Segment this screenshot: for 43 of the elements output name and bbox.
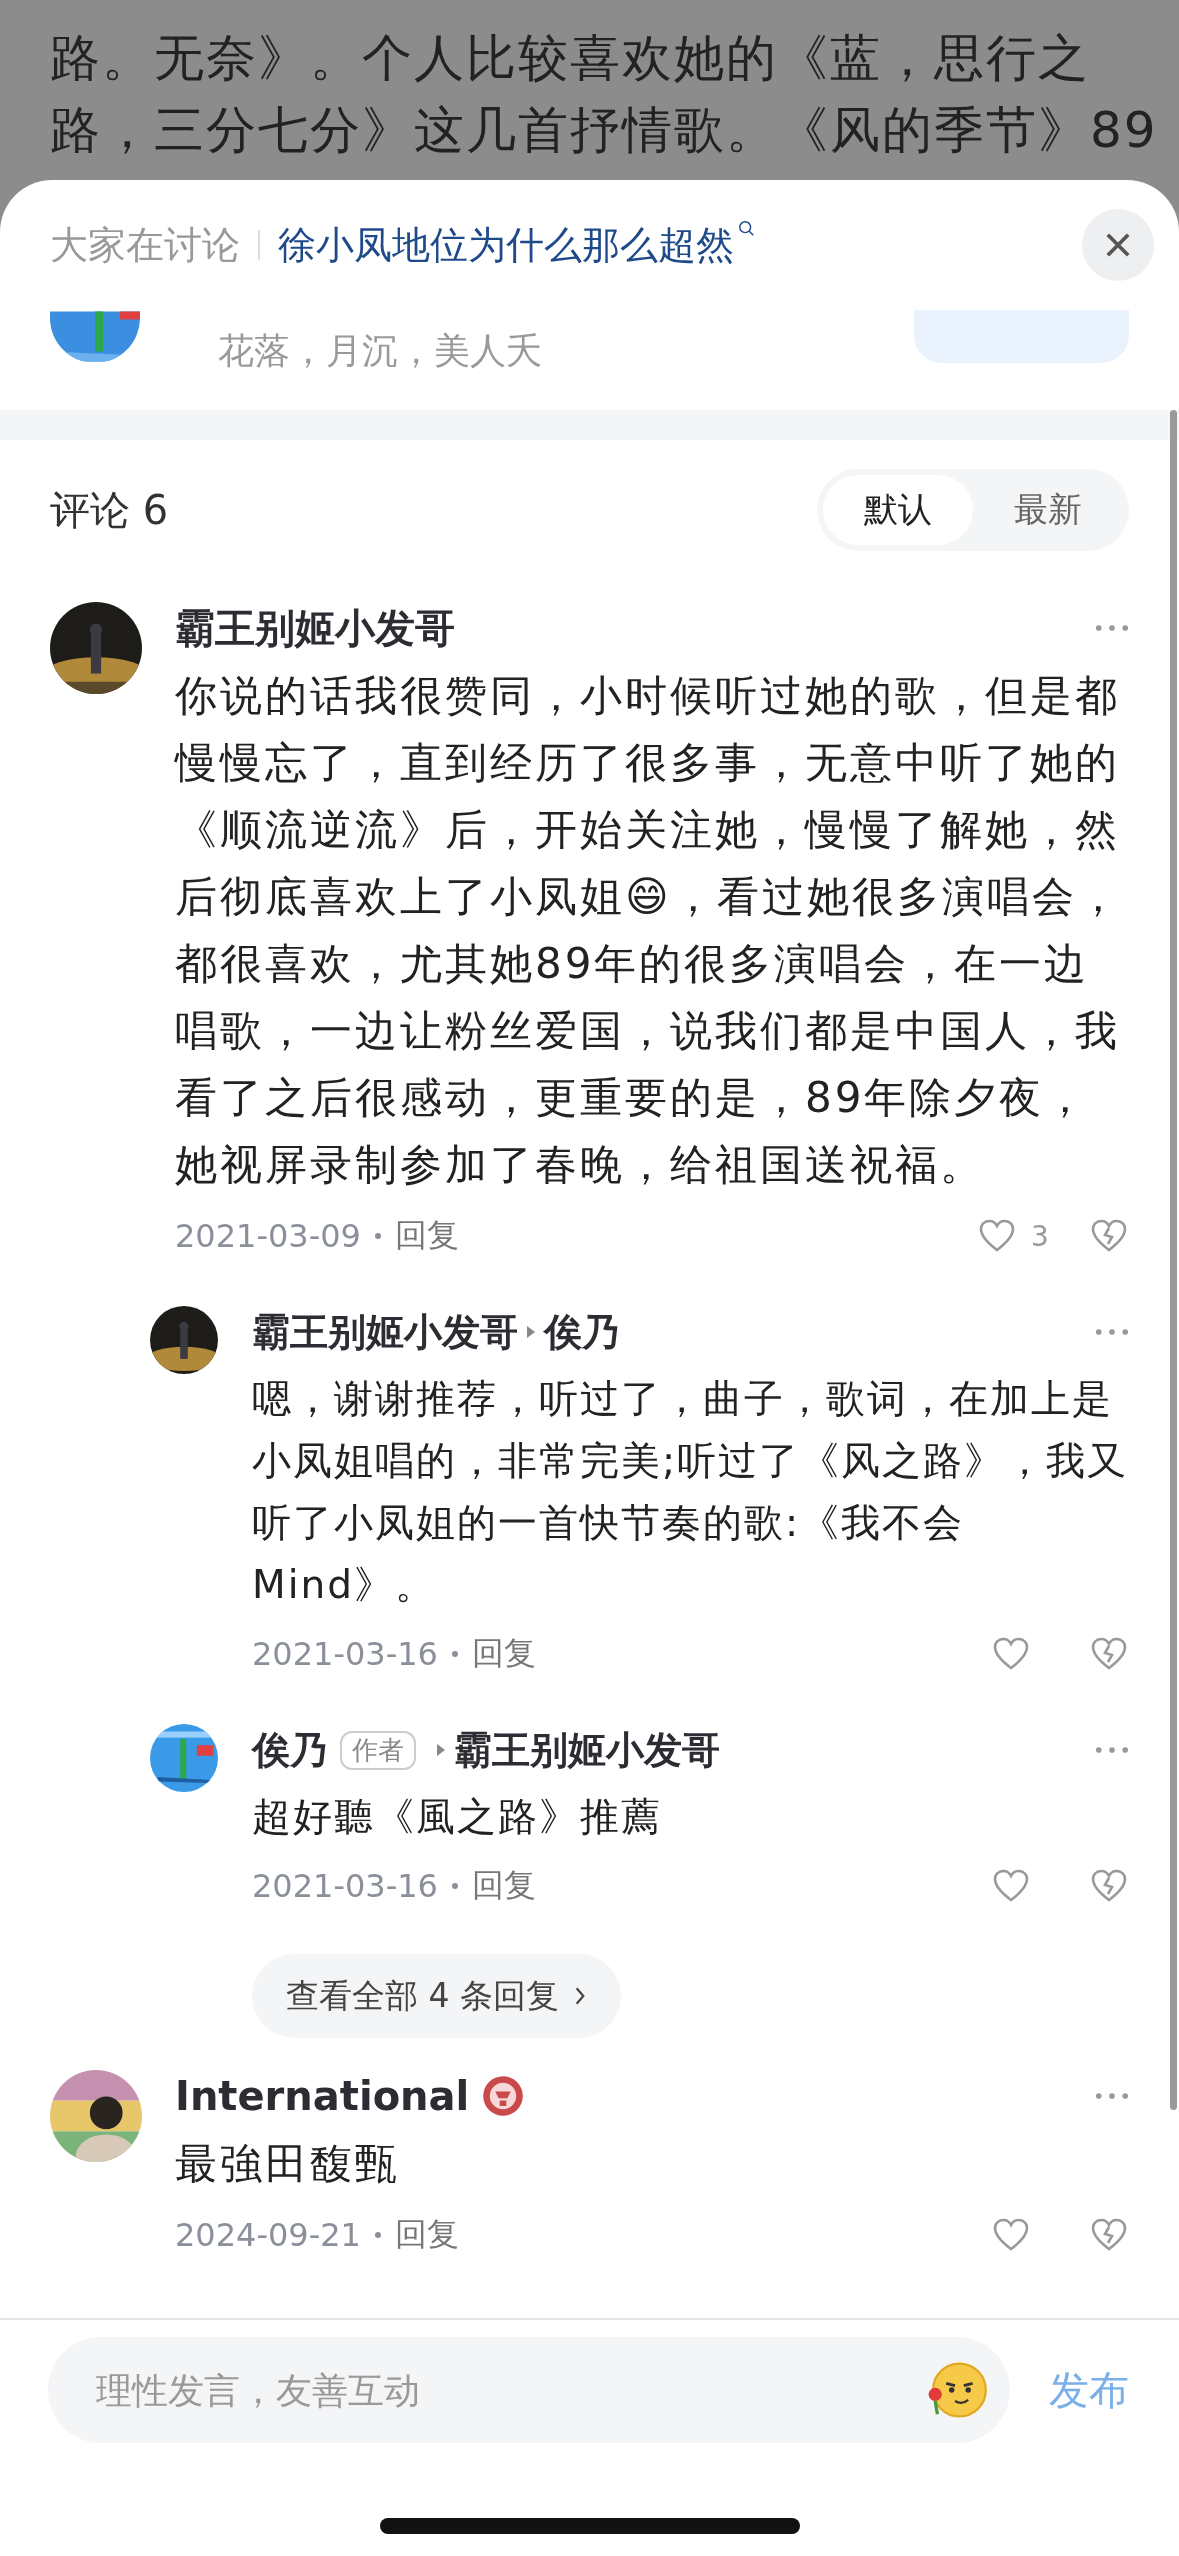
separator-dot [374, 1233, 381, 1239]
article-text: 路。无奈》。个人比较喜欢她的《蓝，思行之 [50, 28, 1091, 89]
comment-date: 2021-03-09 [175, 1217, 361, 1255]
reply-link[interactable]: 回复 [471, 1864, 536, 1908]
more-icon[interactable] [1095, 1328, 1129, 1336]
comment-text: 你说的话我很赞同，小时候听过她的歌，但是都慢慢忘了，直到经历了很多事，无意中听了她的《顺流逆流》后，开始关注她，慢慢了解她，然后彻底喜欢上了小凤姐😄，看过她很多演唱会，都很喜欢，尤其她89年的很多演唱会，在一边唱歌，一边让粉丝爱国，说我们都是中国人，我看了之后很感动，更重要的是，89年除夕夜，她视屏录制参加了春晚，给祖国送祝福。 [175, 670, 1123, 1191]
chevron-icon [573, 1985, 587, 2007]
comments-title: 评论 6 [50, 485, 169, 535]
sort-tab[interactable]: 最新 [973, 475, 1123, 545]
separator-dot [374, 2232, 381, 2238]
reply-link[interactable]: 回复 [394, 2213, 459, 2257]
like-count: 3 [1031, 1219, 1050, 1253]
sort-tab[interactable]: 默认 [823, 475, 973, 545]
author-tag: 作者 [340, 1730, 416, 1770]
more-icon[interactable] [1095, 624, 1129, 632]
author-name[interactable]: 霸王别姬小发哥 [175, 600, 455, 656]
reply-to-name[interactable]: 俟乃 [544, 1306, 620, 1358]
more-icon[interactable] [1095, 1746, 1129, 1754]
reply-date: 2021-03-16 [252, 1867, 438, 1905]
reply-to-name[interactable]: 霸王别姬小发哥 [454, 1724, 720, 1776]
comment-input[interactable]: 理性发言，友善互动 [48, 2337, 1010, 2443]
discussion-label: 大家在讨论 [50, 221, 240, 269]
author-subtitle: 花落，月沉，美人夭 [218, 329, 542, 373]
more-icon[interactable] [1095, 2092, 1129, 2100]
reply-link[interactable]: 回复 [394, 1214, 459, 1258]
separator-dot [451, 1651, 458, 1657]
search-icon [738, 220, 756, 238]
author-name[interactable]: 霸王别姬小发哥 [252, 1306, 518, 1358]
medal-icon [481, 2074, 526, 2118]
separator-dot [451, 1883, 458, 1889]
reply-text: 嗯，谢谢推荐，听过了，曲子，歌词，在加上是小凤姐唱的，非常完美;听过了《风之路》，我又听了小凤姐的一首快节奏的歌:《我不会Mind》。 [252, 1375, 1129, 1609]
reply-text: 超好聽《風之路》推薦 [252, 1793, 663, 1841]
reply-link[interactable]: 回复 [471, 1632, 536, 1676]
reply-arrow-icon [526, 1325, 536, 1339]
topic-link[interactable]: 徐小凤地位为什么那么超然 [278, 219, 734, 271]
author-name[interactable]: 俟乃 [252, 1724, 328, 1776]
comment-text: 最強田馥甄 [175, 2138, 401, 2190]
reply-arrow-icon [436, 1743, 446, 1757]
reply-date: 2021-03-16 [252, 1635, 438, 1673]
comment-date: 2024-09-21 [175, 2216, 361, 2254]
author-name[interactable]: International [175, 2073, 470, 2119]
article-text: 路，三分七分》这几首抒情歌。《风的季节》89 [50, 100, 1159, 161]
view-all-replies-button[interactable]: 查看全部 4 条回复 [252, 1954, 621, 2038]
